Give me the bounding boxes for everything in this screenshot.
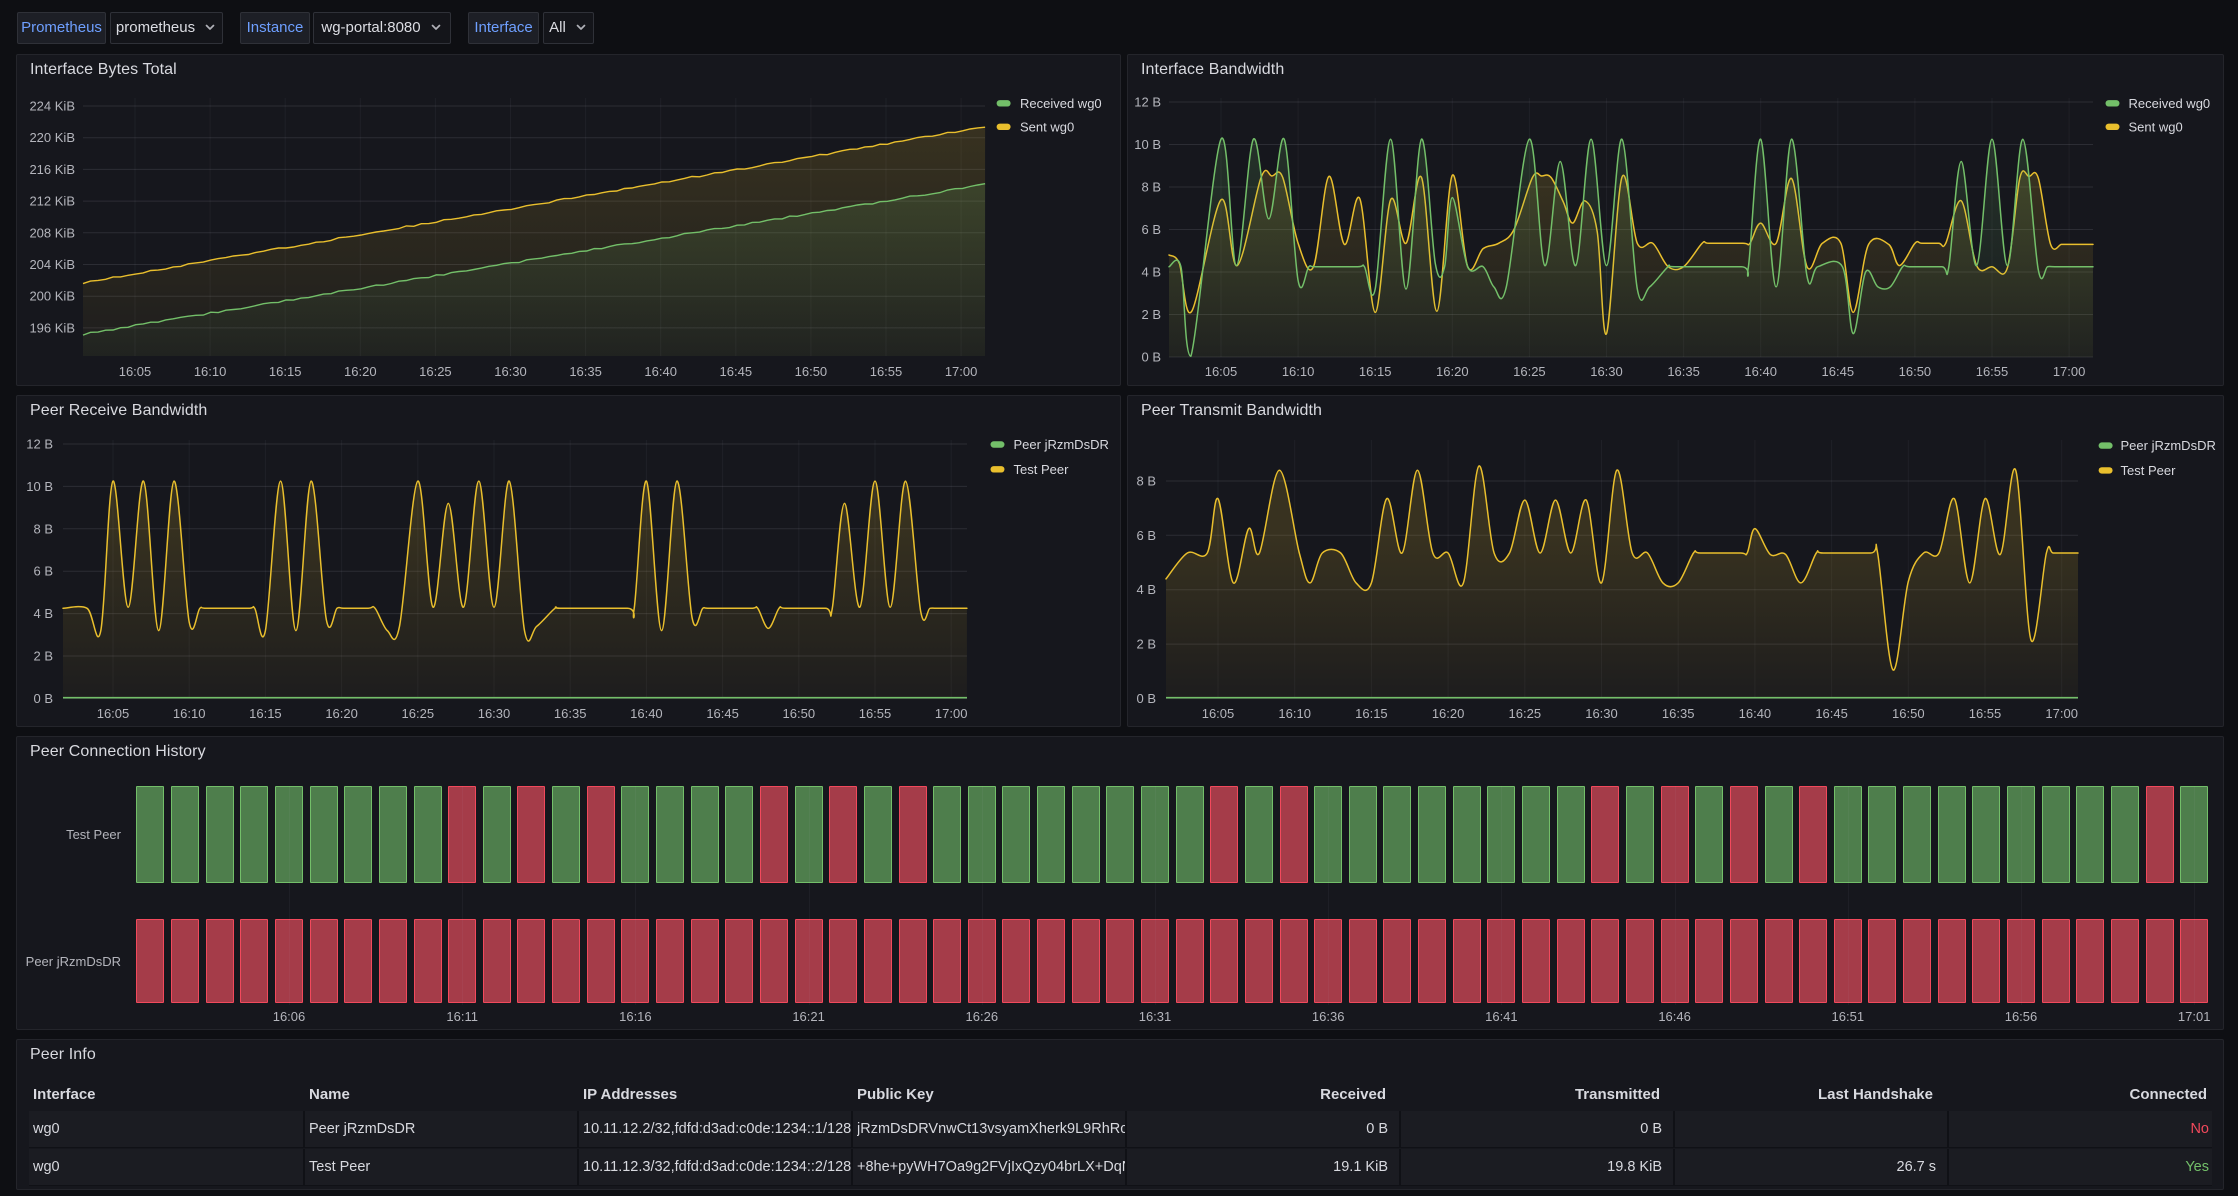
svg-text:16:45: 16:45: [1815, 706, 1848, 721]
svg-text:16:30: 16:30: [494, 364, 527, 379]
svg-text:16:05: 16:05: [1202, 706, 1235, 721]
svg-text:16:35: 16:35: [1667, 364, 1700, 379]
svg-text:16:45: 16:45: [1822, 364, 1855, 379]
svg-text:8 B: 8 B: [1136, 474, 1156, 489]
svg-text:16:30: 16:30: [478, 706, 511, 721]
svg-text:212 KiB: 212 KiB: [29, 194, 75, 209]
svg-text:17:00: 17:00: [935, 706, 968, 721]
svg-text:200 KiB: 200 KiB: [29, 289, 75, 304]
svg-text:16:55: 16:55: [1976, 364, 2009, 379]
svg-text:4 B: 4 B: [33, 606, 53, 621]
svg-text:16:20: 16:20: [344, 364, 377, 379]
svg-text:6 B: 6 B: [33, 564, 53, 579]
svg-text:2 B: 2 B: [1136, 637, 1156, 652]
svg-text:16:20: 16:20: [325, 706, 358, 721]
svg-text:16:25: 16:25: [1513, 364, 1546, 379]
svg-text:16:10: 16:10: [173, 706, 206, 721]
svg-text:16:25: 16:25: [1509, 706, 1542, 721]
svg-text:16:15: 16:15: [1359, 364, 1392, 379]
svg-text:Peer jRzmDsDR: Peer jRzmDsDR: [2121, 438, 2216, 453]
svg-text:0 B: 0 B: [33, 691, 53, 706]
svg-text:8 B: 8 B: [33, 521, 53, 536]
svg-text:16:25: 16:25: [402, 706, 435, 721]
svg-text:16:40: 16:40: [1739, 706, 1772, 721]
svg-text:16:45: 16:45: [706, 706, 739, 721]
svg-text:0 B: 0 B: [1141, 350, 1161, 365]
svg-text:16:35: 16:35: [554, 706, 587, 721]
svg-text:196 KiB: 196 KiB: [29, 320, 75, 335]
svg-text:16:05: 16:05: [119, 364, 152, 379]
svg-text:16:40: 16:40: [630, 706, 663, 721]
svg-text:Received wg0: Received wg0: [1020, 96, 1102, 111]
svg-text:16:40: 16:40: [1744, 364, 1777, 379]
svg-text:204 KiB: 204 KiB: [29, 257, 75, 272]
svg-text:12 B: 12 B: [1134, 95, 1161, 110]
svg-text:16:45: 16:45: [720, 364, 753, 379]
svg-text:Peer jRzmDsDR: Peer jRzmDsDR: [1014, 437, 1109, 452]
svg-text:16:15: 16:15: [1355, 706, 1388, 721]
svg-text:Received wg0: Received wg0: [2129, 96, 2211, 111]
svg-text:8 B: 8 B: [1141, 180, 1161, 195]
svg-text:16:55: 16:55: [870, 364, 903, 379]
svg-text:4 B: 4 B: [1136, 582, 1156, 597]
svg-text:16:55: 16:55: [1969, 706, 2002, 721]
svg-text:17:00: 17:00: [2045, 706, 2078, 721]
svg-text:16:50: 16:50: [1892, 706, 1925, 721]
svg-text:16:25: 16:25: [419, 364, 452, 379]
svg-text:Test Peer: Test Peer: [1014, 462, 1070, 477]
svg-text:16:05: 16:05: [1205, 364, 1238, 379]
svg-text:Sent wg0: Sent wg0: [1020, 119, 1074, 134]
svg-text:216 KiB: 216 KiB: [29, 162, 75, 177]
svg-text:16:10: 16:10: [1282, 364, 1315, 379]
svg-text:2 B: 2 B: [33, 649, 53, 664]
svg-text:12 B: 12 B: [26, 437, 53, 452]
svg-text:16:50: 16:50: [795, 364, 828, 379]
svg-text:16:30: 16:30: [1585, 706, 1618, 721]
svg-text:4 B: 4 B: [1141, 265, 1161, 280]
svg-text:16:10: 16:10: [1278, 706, 1311, 721]
svg-text:2 B: 2 B: [1141, 307, 1161, 322]
svg-text:16:50: 16:50: [1899, 364, 1932, 379]
svg-text:224 KiB: 224 KiB: [29, 99, 75, 114]
svg-text:208 KiB: 208 KiB: [29, 225, 75, 240]
svg-text:Test Peer: Test Peer: [2121, 463, 2177, 478]
svg-text:17:00: 17:00: [2053, 364, 2086, 379]
svg-text:17:00: 17:00: [945, 364, 978, 379]
svg-text:16:10: 16:10: [194, 364, 227, 379]
svg-text:220 KiB: 220 KiB: [29, 130, 75, 145]
svg-text:16:20: 16:20: [1436, 364, 1469, 379]
svg-text:0 B: 0 B: [1136, 691, 1156, 706]
svg-text:10 B: 10 B: [1134, 137, 1161, 152]
svg-text:16:55: 16:55: [859, 706, 892, 721]
svg-text:10 B: 10 B: [26, 479, 53, 494]
svg-text:6 B: 6 B: [1141, 222, 1161, 237]
svg-text:16:15: 16:15: [269, 364, 302, 379]
svg-text:16:35: 16:35: [1662, 706, 1695, 721]
svg-text:16:35: 16:35: [569, 364, 602, 379]
svg-text:16:15: 16:15: [249, 706, 282, 721]
svg-text:16:40: 16:40: [644, 364, 677, 379]
svg-text:16:50: 16:50: [783, 706, 816, 721]
svg-text:16:05: 16:05: [97, 706, 130, 721]
svg-text:16:30: 16:30: [1590, 364, 1623, 379]
svg-text:6 B: 6 B: [1136, 528, 1156, 543]
svg-text:16:20: 16:20: [1432, 706, 1465, 721]
svg-text:Sent wg0: Sent wg0: [2129, 119, 2183, 134]
